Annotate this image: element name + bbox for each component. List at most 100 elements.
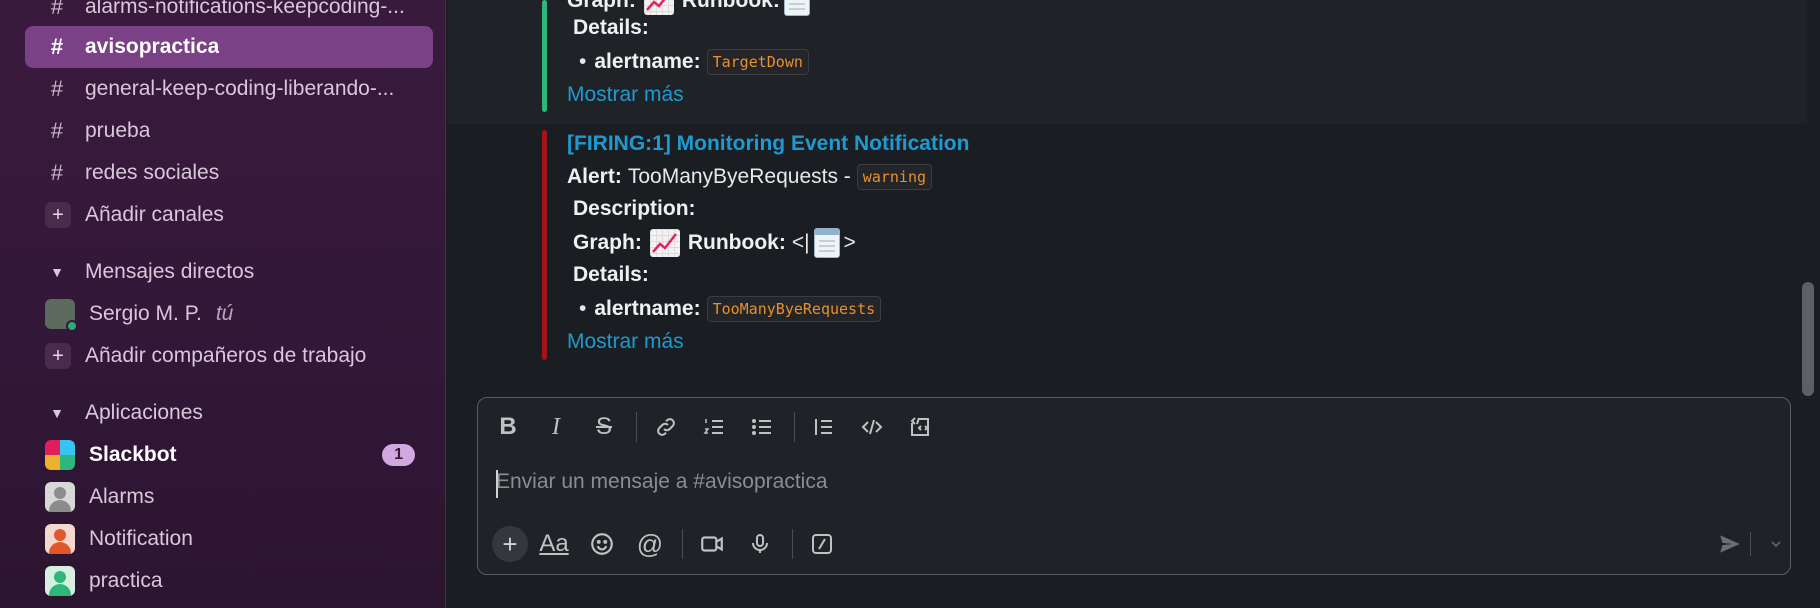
runbook-label: Runbook: <box>687 231 786 254</box>
toolbar-divider <box>792 529 793 559</box>
hash-icon: # <box>50 160 64 185</box>
alert-text: TooManyByeRequests - <box>627 165 851 188</box>
app-avatar-icon <box>45 566 75 596</box>
scrollbar-thumb[interactable] <box>1802 282 1814 396</box>
alert-title: [FIRING:1] Monitoring Event Notification <box>567 132 970 155</box>
message-input[interactable]: Enviar un mensaje a #avisopractica <box>496 470 828 494</box>
show-more-link[interactable]: Mostrar más <box>567 330 684 354</box>
notepad-icon <box>813 228 840 258</box>
details-label: Details: <box>573 263 649 286</box>
show-more-link[interactable]: Mostrar más <box>567 83 684 107</box>
ordered-list-button[interactable] <box>696 409 732 445</box>
runbook-open: <| <box>791 231 810 254</box>
code-block-button[interactable] <box>902 409 938 445</box>
channel-avisopractica[interactable]: # avisopractica <box>25 26 433 68</box>
message-composer: B I S Enviar un mensaje a #avisopractica… <box>477 397 1791 575</box>
show-more-label: Mostrar más <box>567 83 684 106</box>
alert-title-link[interactable]: [FIRING:1] Monitoring Event Notification <box>567 132 969 156</box>
sidebar: # alarms-notifications-keepcoding-... # … <box>0 0 446 608</box>
bullet-icon: • <box>579 297 587 320</box>
channel-label: prueba <box>85 119 151 142</box>
app-notification[interactable]: Notification <box>25 518 433 560</box>
you-label: tú <box>215 302 234 325</box>
attach-plus-button[interactable]: + <box>492 526 528 562</box>
hash-icon: # <box>50 76 64 101</box>
bold-button[interactable]: B <box>490 409 526 445</box>
add-channels-button[interactable]: + Añadir canales <box>25 194 433 236</box>
plus-icon: + <box>45 202 71 228</box>
video-clip-button[interactable] <box>694 526 730 562</box>
send-options-button[interactable] <box>1758 526 1794 562</box>
formatting-icon: Aa <box>539 530 569 557</box>
graph-line: Graph: Runbook: <| > <box>573 228 856 258</box>
alert-message: [FIRING:1] Monitoring Event Notification… <box>447 124 1807 384</box>
channel-label: alarms-notifications-keepcoding-... <box>85 0 405 18</box>
mention-button[interactable]: @ <box>632 526 668 562</box>
channel-redes-sociales[interactable]: # redes sociales <box>25 152 433 194</box>
code-block-icon <box>910 417 929 436</box>
text-cursor <box>496 470 498 498</box>
channel-label: general-keep-coding-liberando-... <box>85 77 395 100</box>
hash-icon: # <box>50 34 64 59</box>
channel-general-keep-coding[interactable]: # general-keep-coding-liberando-... <box>25 68 433 110</box>
strikethrough-button[interactable]: S <box>586 409 622 445</box>
emoji-button[interactable] <box>584 526 620 562</box>
blockquote-icon <box>815 419 832 435</box>
toolbar-divider <box>1750 532 1751 556</box>
microphone-icon <box>752 534 768 553</box>
app-avatar-icon <box>45 524 75 554</box>
alertname-line: • alertname: TooManyByeRequests <box>579 296 882 322</box>
app-slackbot[interactable]: Slackbot 1 <box>25 434 433 476</box>
app-practica[interactable]: practica <box>25 560 433 602</box>
italic-button[interactable]: I <box>538 409 574 445</box>
app-alarms[interactable]: Alarms <box>25 476 433 518</box>
alertname-code: TargetDown <box>706 49 809 75</box>
attachment-color-bar <box>542 0 547 112</box>
plus-icon: + <box>502 528 518 559</box>
alertname-label: alertname: <box>594 50 701 73</box>
blockquote-button[interactable] <box>806 409 842 445</box>
chart-increasing-icon <box>649 229 680 257</box>
channel-prueba[interactable]: # prueba <box>25 110 433 152</box>
graph-label: Graph: <box>567 0 636 12</box>
caret-down-icon: ▼ <box>50 405 64 421</box>
section-title: Aplicaciones <box>85 401 203 424</box>
online-status-icon <box>66 320 78 332</box>
dm-sergio[interactable]: Sergio M. P. tú <box>25 293 433 335</box>
details-line: Details: <box>573 16 649 40</box>
notepad-icon <box>783 0 810 16</box>
direct-messages-section-toggle[interactable]: ▼ Mensajes directos <box>25 251 433 293</box>
italic-icon: I <box>552 413 560 440</box>
toolbar-divider <box>794 412 795 442</box>
channel-label: redes sociales <box>85 161 220 184</box>
hash-icon: # <box>50 118 64 143</box>
channel-label: avisopractica <box>85 35 220 58</box>
bulleted-list-icon <box>752 419 771 435</box>
channel-alarms-notifications[interactable]: # alarms-notifications-keepcoding-... <box>25 0 433 28</box>
app-label: Slackbot <box>89 443 177 466</box>
bold-icon: B <box>499 413 517 440</box>
emoji-icon <box>591 533 613 555</box>
alert-line: Alert: TooManyByeRequests - warning <box>567 164 933 190</box>
slackbot-icon <box>45 440 75 470</box>
add-channels-label: Añadir canales <box>85 203 224 226</box>
app-label: practica <box>89 569 163 592</box>
send-button[interactable] <box>1712 526 1748 562</box>
toolbar-divider <box>636 412 637 442</box>
hash-icon: # <box>50 0 64 19</box>
slash-command-button[interactable] <box>804 526 840 562</box>
apps-section-toggle[interactable]: ▼ Aplicaciones <box>25 392 433 434</box>
code-icon <box>861 419 883 435</box>
code-button[interactable] <box>854 409 890 445</box>
audio-clip-button[interactable] <box>742 526 778 562</box>
at-sign-icon: @ <box>636 528 664 559</box>
formatting-toggle-button[interactable]: Aa <box>536 526 572 562</box>
bulleted-list-button[interactable] <box>744 409 780 445</box>
link-button[interactable] <box>648 409 684 445</box>
alertname-label: alertname: <box>594 297 701 320</box>
send-icon <box>1720 535 1740 553</box>
add-coworkers-button[interactable]: + Añadir compañeros de trabajo <box>25 335 433 377</box>
video-camera-icon <box>701 536 723 552</box>
alertname-code: TooManyByeRequests <box>706 296 882 322</box>
app-label: Notification <box>89 527 193 550</box>
